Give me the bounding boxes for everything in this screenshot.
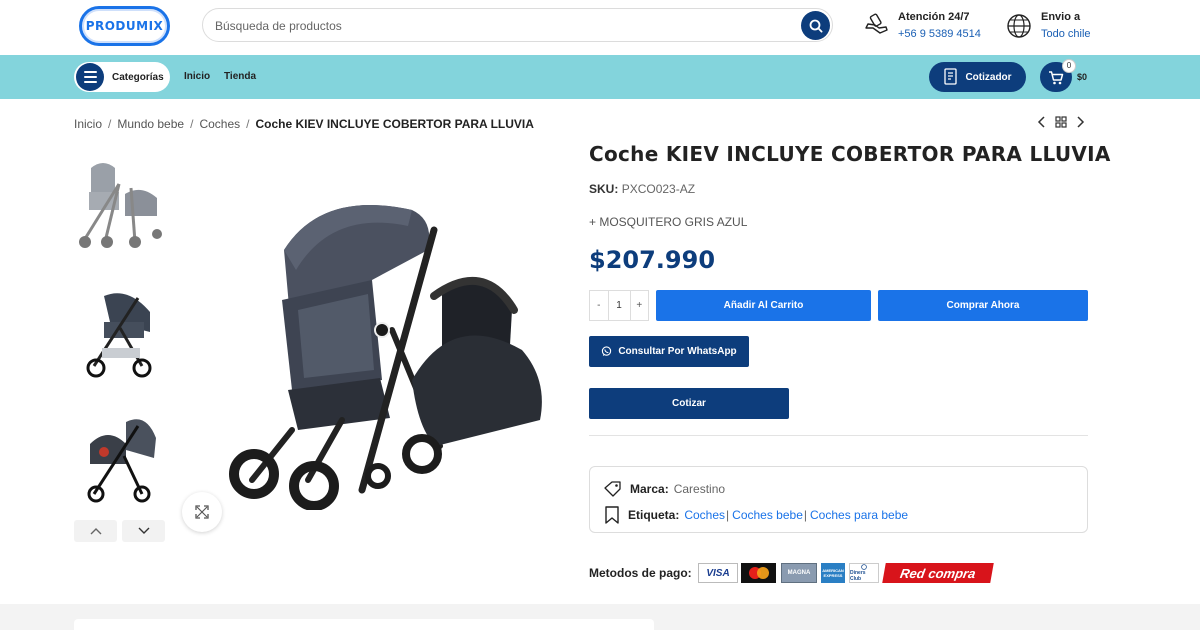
whatsapp-label: Consultar Por WhatsApp [618, 346, 737, 357]
diners-label: Diners Club [850, 570, 866, 582]
product-extra: + MOSQUITERO GRIS AZUL [589, 215, 748, 229]
brand-value: Carestino [673, 482, 726, 496]
footer-card [74, 619, 654, 630]
bookmark-icon [605, 506, 619, 524]
product-navigation [1037, 116, 1085, 128]
shipping-title: Envio a [1041, 11, 1081, 23]
tags-row: Etiqueta: Coches | Coches bebe | Coches … [604, 506, 908, 524]
product-title: Coche KIEV INCLUYE COBERTOR PARA LLUVIA [589, 142, 1111, 166]
redcompra-logo: Red compra [882, 563, 994, 583]
cotizador-label: Cotizador [965, 71, 1012, 83]
mastercard-logo [741, 563, 776, 583]
whatsapp-icon [602, 346, 612, 357]
breadcrumb: Inicio / Mundo bebe / Coches / Coche KIE… [74, 117, 534, 131]
expand-icon [195, 505, 209, 519]
sku-value: PXCO023-AZ [621, 182, 696, 196]
quantity-input[interactable]: 1 [607, 291, 631, 320]
top-header: PRODUMIX Atención 24/7 +56 9 5389 4514 [0, 0, 1200, 55]
thumbnails-up-button[interactable] [74, 520, 117, 542]
product-price: $207.990 [589, 246, 716, 274]
tag-link-coches[interactable]: Coches [684, 508, 725, 522]
breadcrumb-mundo-bebe[interactable]: Mundo bebe [117, 117, 184, 131]
tag-separator: | [726, 508, 730, 522]
brand-row: Marca: Carestino [604, 481, 725, 497]
product-sku: SKU: PXCO023-AZ [589, 182, 695, 196]
tag-link-coches-para-bebe[interactable]: Coches para bebe [810, 508, 908, 522]
breadcrumb-inicio[interactable]: Inicio [74, 117, 102, 131]
search-bar [202, 8, 833, 42]
support-title: Atención 24/7 [898, 11, 970, 23]
thumbnail-2[interactable] [74, 280, 166, 384]
product-meta: Marca: Carestino Etiqueta: Coches | Coch… [589, 466, 1088, 533]
visa-logo: VISA [698, 563, 738, 583]
chevron-right-icon[interactable] [1075, 116, 1085, 128]
breadcrumb-current: Coche KIEV INCLUYE COBERTOR PARA LLUVIA [255, 117, 534, 131]
shipping-info[interactable]: Envio a Todo chile [1005, 9, 1091, 43]
cart-count-badge: 0 [1062, 59, 1076, 73]
support-info[interactable]: Atención 24/7 +56 9 5389 4514 [862, 9, 981, 43]
tag-separator: | [803, 508, 807, 522]
divider [589, 435, 1088, 436]
grid-icon[interactable] [1055, 116, 1067, 128]
logo-text: PRODUMIX [85, 19, 164, 33]
categories-label: Categorías [112, 71, 164, 83]
breadcrumb-separator: / [246, 117, 250, 131]
magna-logo: MAGNA [781, 563, 817, 583]
sku-label: SKU: [589, 182, 619, 196]
zoom-button[interactable] [182, 492, 222, 532]
buy-now-button[interactable]: Comprar Ahora [878, 290, 1088, 321]
nav-link-tienda[interactable]: Tienda [224, 71, 256, 82]
search-button[interactable] [801, 11, 830, 40]
add-to-cart-button[interactable]: Añadir Al Carrito [656, 290, 871, 321]
quote-document-icon [944, 68, 958, 85]
quantity-plus-button[interactable]: + [631, 291, 649, 320]
cotizador-button[interactable]: Cotizador [929, 62, 1026, 92]
support-hand-phone-icon [865, 13, 888, 34]
chevron-up-icon [90, 528, 101, 535]
thumbnail-1[interactable] [74, 152, 166, 256]
shipping-region[interactable]: Todo chile [1041, 26, 1091, 43]
stroller-side-view-image [86, 293, 152, 378]
brand-label: Marca: [630, 482, 669, 496]
main-nav: Categorías Inicio Tienda Cotizador [0, 55, 1200, 99]
produmix-logo[interactable]: PRODUMIX [79, 6, 170, 46]
chevron-left-icon[interactable] [1037, 116, 1047, 128]
main-product-image[interactable] [222, 190, 552, 511]
globe-icon [1007, 14, 1031, 38]
mastercard-circles-icon [748, 567, 769, 579]
hamburger-icon [76, 63, 104, 91]
whatsapp-button[interactable]: Consultar Por WhatsApp [589, 336, 749, 367]
stroller-double-grey-image [79, 163, 162, 248]
thumbnail-3[interactable] [74, 402, 166, 506]
cart-icon [1049, 70, 1064, 84]
cart-total[interactable]: $0 [1077, 72, 1087, 82]
breadcrumb-coches[interactable]: Coches [199, 117, 240, 131]
nav-link-inicio[interactable]: Inicio [184, 71, 210, 82]
breadcrumb-separator: / [190, 117, 194, 131]
quantity-minus-button[interactable]: - [590, 291, 608, 320]
breadcrumb-separator: / [108, 117, 112, 131]
stroller-with-infant-car-seat-image [229, 205, 542, 511]
thumbnails-down-button[interactable] [122, 520, 165, 542]
payment-methods-label: Metodos de pago: [589, 566, 692, 580]
stroller-with-car-seat-image [87, 419, 156, 503]
amex-logo: AMERICAN EXPRESS [821, 563, 845, 583]
tag-link-coches-bebe[interactable]: Coches bebe [732, 508, 803, 522]
categories-button[interactable]: Categorías [74, 62, 170, 92]
support-phone[interactable]: +56 9 5389 4514 [898, 26, 981, 43]
search-input[interactable] [215, 16, 775, 36]
search-icon [809, 19, 823, 33]
diners-logo: Diners Club [849, 563, 879, 583]
quote-button[interactable]: Cotizar [589, 388, 789, 419]
chevron-down-icon [138, 527, 149, 534]
tags-label: Etiqueta: [628, 508, 680, 522]
quantity-stepper: - 1 + [589, 290, 649, 321]
tag-icon [604, 481, 621, 497]
